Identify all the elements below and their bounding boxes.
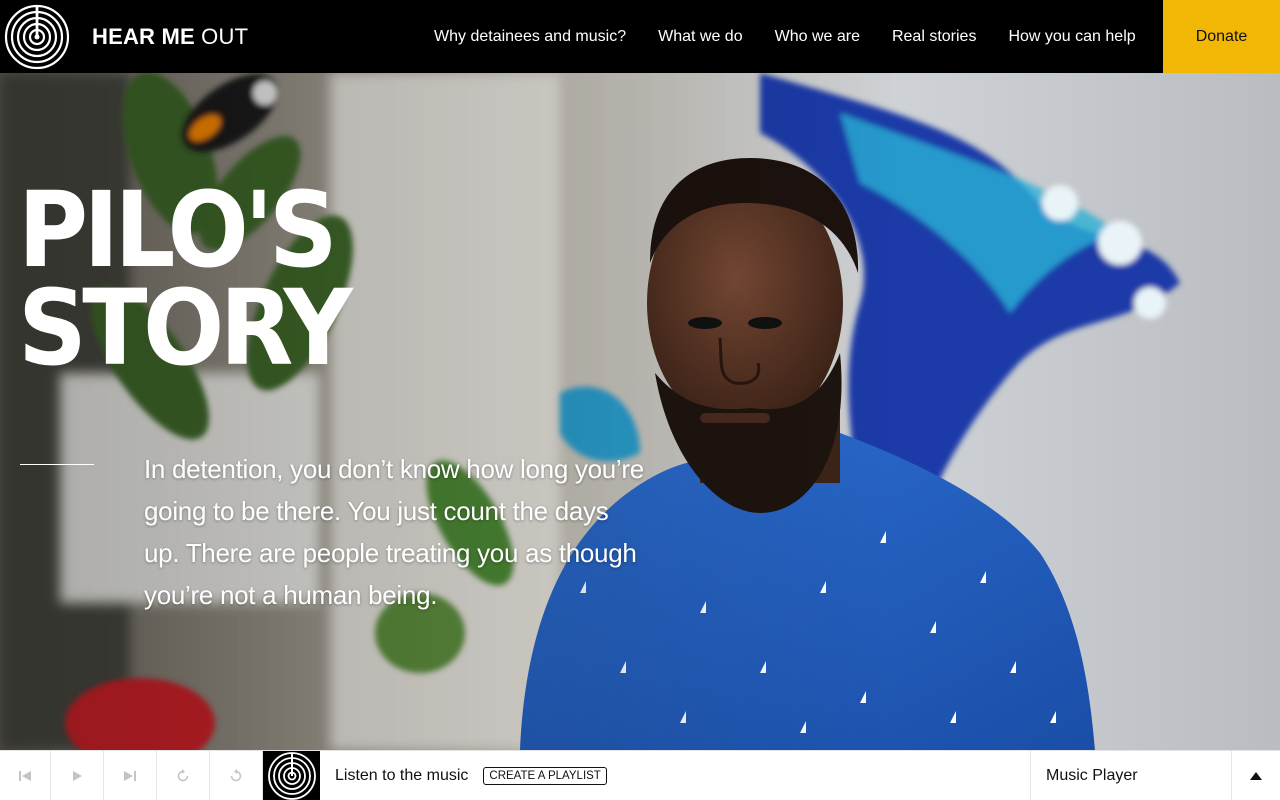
chevron-up-icon [1250,772,1262,780]
main-nav: Why detainees and music? What we do Who … [418,0,1152,73]
nav-how-you-can-help[interactable]: How you can help [992,0,1151,73]
play-button[interactable] [51,750,104,800]
listen-label: Listen to the music [335,766,469,784]
donate-button[interactable]: Donate [1163,0,1280,73]
skip-next-icon [124,770,136,781]
music-player-toggle[interactable] [1231,751,1280,800]
page-title-line-2: STORY [18,267,353,389]
rewind-icon [177,768,189,781]
track-thumbnail[interactable] [263,750,320,800]
forward-button[interactable] [210,750,263,800]
rewind-button[interactable] [157,750,210,800]
music-player-bar: Listen to the music Create a playlist Mu… [0,750,1280,800]
quote-divider [20,464,94,465]
nav-who-we-are[interactable]: Who we are [759,0,876,73]
hero: PILO'S STORY In detention, you don’t kno… [0,73,1280,750]
brand-name-bold: HEAR ME [92,23,195,49]
nav-what-we-do[interactable]: What we do [642,0,758,73]
brand-name-light: OUT [201,23,249,49]
nav-real-stories[interactable]: Real stories [876,0,992,73]
skip-previous-icon [19,770,31,781]
track-logo-icon [267,751,316,800]
page-title: PILO'S STORY [18,178,533,380]
skip-previous-button[interactable] [0,750,51,800]
brand-name[interactable]: HEAR ME OUT [92,24,248,50]
music-player-label[interactable]: Music Player [1030,751,1231,800]
nav-why-detainees-and-music[interactable]: Why detainees and music? [418,0,642,73]
logo-icon[interactable] [0,0,73,73]
skip-next-button[interactable] [104,750,157,800]
forward-icon [230,768,242,781]
site-header: HEAR ME OUT Why detainees and music? Wha… [0,0,1280,73]
play-icon [73,770,82,781]
create-playlist-button[interactable]: Create a playlist [483,766,607,785]
hero-quote: In detention, you don’t know how long yo… [144,454,644,610]
